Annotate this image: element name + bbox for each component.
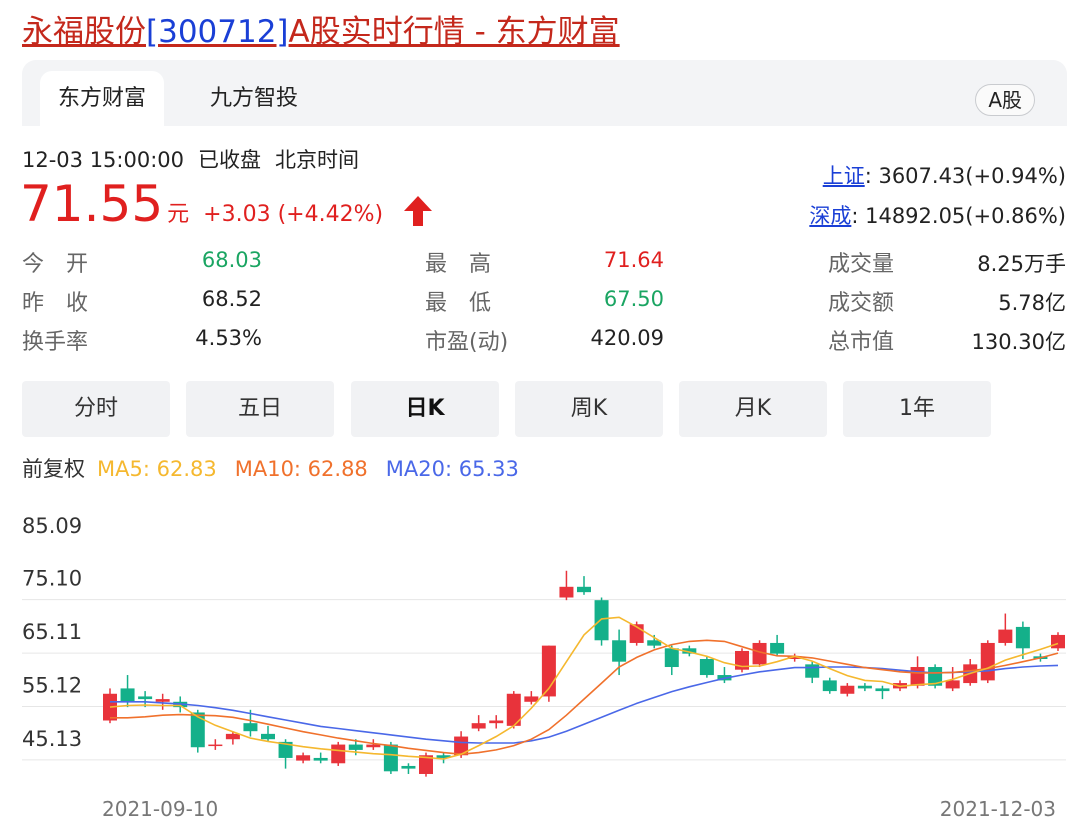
candle-body — [875, 688, 890, 692]
pe-label: 市盈(动) — [425, 330, 509, 355]
x-axis-label-end: 2021-12-03 — [940, 797, 1056, 821]
candle-body — [471, 723, 486, 729]
candle-body — [190, 712, 205, 748]
volume-label: 成交量 — [828, 252, 895, 277]
candle-body — [594, 600, 609, 641]
tab-one-year[interactable]: 1年 — [843, 381, 991, 437]
ma5-value: MA5: 62.83 — [97, 457, 217, 481]
up-arrow-icon — [404, 196, 432, 226]
ma10-value: MA10: 62.88 — [234, 457, 368, 481]
open-label: 今 开 — [22, 252, 89, 277]
low-label: 最 低 — [425, 291, 492, 316]
candle-body — [805, 664, 820, 678]
candle-body — [1015, 626, 1030, 649]
kline-chart[interactable]: 85.09 75.10 65.11 55.12 45.13 2021-09-10 2021-… — [0, 490, 1080, 836]
tab-daily-k[interactable]: 日K — [351, 381, 499, 437]
x-axis-label-start: 2021-09-10 — [102, 797, 218, 821]
candle-body — [155, 699, 170, 702]
tab-intraday[interactable]: 分时 — [22, 381, 170, 437]
high-label: 最 高 — [425, 252, 492, 277]
candle-body — [945, 680, 960, 689]
page-title-link[interactable]: 永福股份[300712]A股实时行情 - 东方财富 — [22, 6, 620, 51]
candle-body — [383, 744, 398, 772]
candle-body — [857, 685, 872, 689]
candle-body — [296, 755, 311, 761]
candle-body — [998, 629, 1013, 643]
turnover-rate-value: 4.53% — [195, 326, 262, 350]
price-change: +3.03 (+4.42%) — [203, 202, 384, 227]
index-shenzhen: 深成: 14892.05(+0.86%) — [809, 200, 1066, 230]
index-shanghai-link[interactable]: 上证 — [823, 164, 865, 188]
market-cap-label: 总市值 — [828, 330, 895, 355]
ma-legend: 前复权 MA5: 62.83 MA10: 62.88 MA20: 65.33 — [22, 453, 537, 483]
ma10-line — [110, 639, 1059, 756]
candle-body — [524, 696, 539, 702]
candle-body — [401, 765, 416, 769]
candle-body — [489, 720, 504, 724]
candle-body — [138, 696, 153, 700]
title-suffix[interactable]: A股实时行情 - 东方财富 — [289, 14, 620, 50]
price-block: 71.55 元 +3.03 (+4.42%) — [20, 172, 383, 247]
market-cap-value: 130.30亿 — [971, 330, 1066, 354]
amount-label: 成交额 — [828, 291, 895, 316]
candle-body — [243, 723, 258, 732]
candle-body — [313, 757, 328, 761]
source-tab-bar: 东方财富 九方智投 A股 — [22, 60, 1067, 126]
candle-body — [612, 640, 627, 662]
tab-weekly-k[interactable]: 周K — [515, 381, 663, 437]
candle-body — [208, 744, 223, 747]
prev-close-label: 昨 收 — [22, 291, 89, 316]
open-value: 68.03 — [201, 248, 262, 272]
y-tick-label: 65.11 — [22, 620, 82, 644]
index-shanghai-value: : 3607.43(+0.94%) — [864, 164, 1066, 188]
y-tick-label: 55.12 — [22, 673, 82, 697]
tab-eastmoney[interactable]: 东方财富 — [40, 71, 165, 126]
market-status: 已收盘 — [198, 148, 262, 172]
quote-timestamp: 12-03 15:00:00 已收盘 北京时间 — [22, 144, 373, 174]
candle-body — [664, 648, 679, 668]
quote-date: 12-03 15:00:00 — [22, 148, 185, 172]
index-shenzhen-value: : 14892.05(+0.86%) — [851, 204, 1066, 228]
stock-name[interactable]: 永福股份 — [22, 14, 146, 50]
candle-body — [770, 642, 785, 654]
candle-body — [348, 744, 363, 750]
adjust-mode[interactable]: 前复权 — [22, 457, 85, 481]
candle-body — [822, 680, 837, 692]
low-value: 67.50 — [603, 287, 664, 311]
index-shanghai: 上证: 3607.43(+0.94%) — [823, 160, 1066, 190]
stock-code[interactable]: [300712] — [146, 14, 289, 50]
amount-value: 5.78亿 — [998, 291, 1066, 315]
candle-body — [910, 667, 925, 686]
candle-body — [699, 659, 714, 676]
timezone-label: 北京时间 — [275, 148, 360, 172]
candle-body — [840, 685, 855, 694]
candle-body — [1051, 634, 1065, 649]
tab-five-day[interactable]: 五日 — [186, 381, 334, 437]
tab-monthly-k[interactable]: 月K — [679, 381, 827, 437]
tab-jiufang[interactable]: 九方智投 — [192, 71, 316, 126]
prev-close-value: 68.52 — [201, 287, 262, 311]
ma20-value: MA20: 65.33 — [385, 457, 519, 481]
candle-body — [980, 642, 995, 681]
volume-value: 8.25万手 — [977, 252, 1066, 276]
ma5-line — [109, 616, 1059, 760]
candle-body — [225, 733, 240, 740]
y-tick-label: 85.09 — [22, 514, 82, 538]
turnover-rate-label: 换手率 — [22, 330, 89, 355]
candle-body — [120, 688, 135, 702]
y-tick-label: 75.10 — [22, 567, 82, 591]
a-share-badge[interactable]: A股 — [975, 84, 1035, 116]
index-shenzhen-link[interactable]: 深成 — [809, 204, 851, 228]
high-value: 71.64 — [603, 248, 664, 272]
candle-body — [559, 586, 574, 598]
candle-body — [261, 733, 275, 740]
pe-value: 420.09 — [590, 326, 664, 350]
y-tick-label: 45.13 — [22, 727, 82, 751]
current-price: 71.55 — [20, 175, 164, 233]
candle-body — [577, 586, 591, 593]
price-unit: 元 — [167, 202, 190, 227]
candle-body — [366, 744, 381, 748]
candle-body — [331, 744, 346, 764]
